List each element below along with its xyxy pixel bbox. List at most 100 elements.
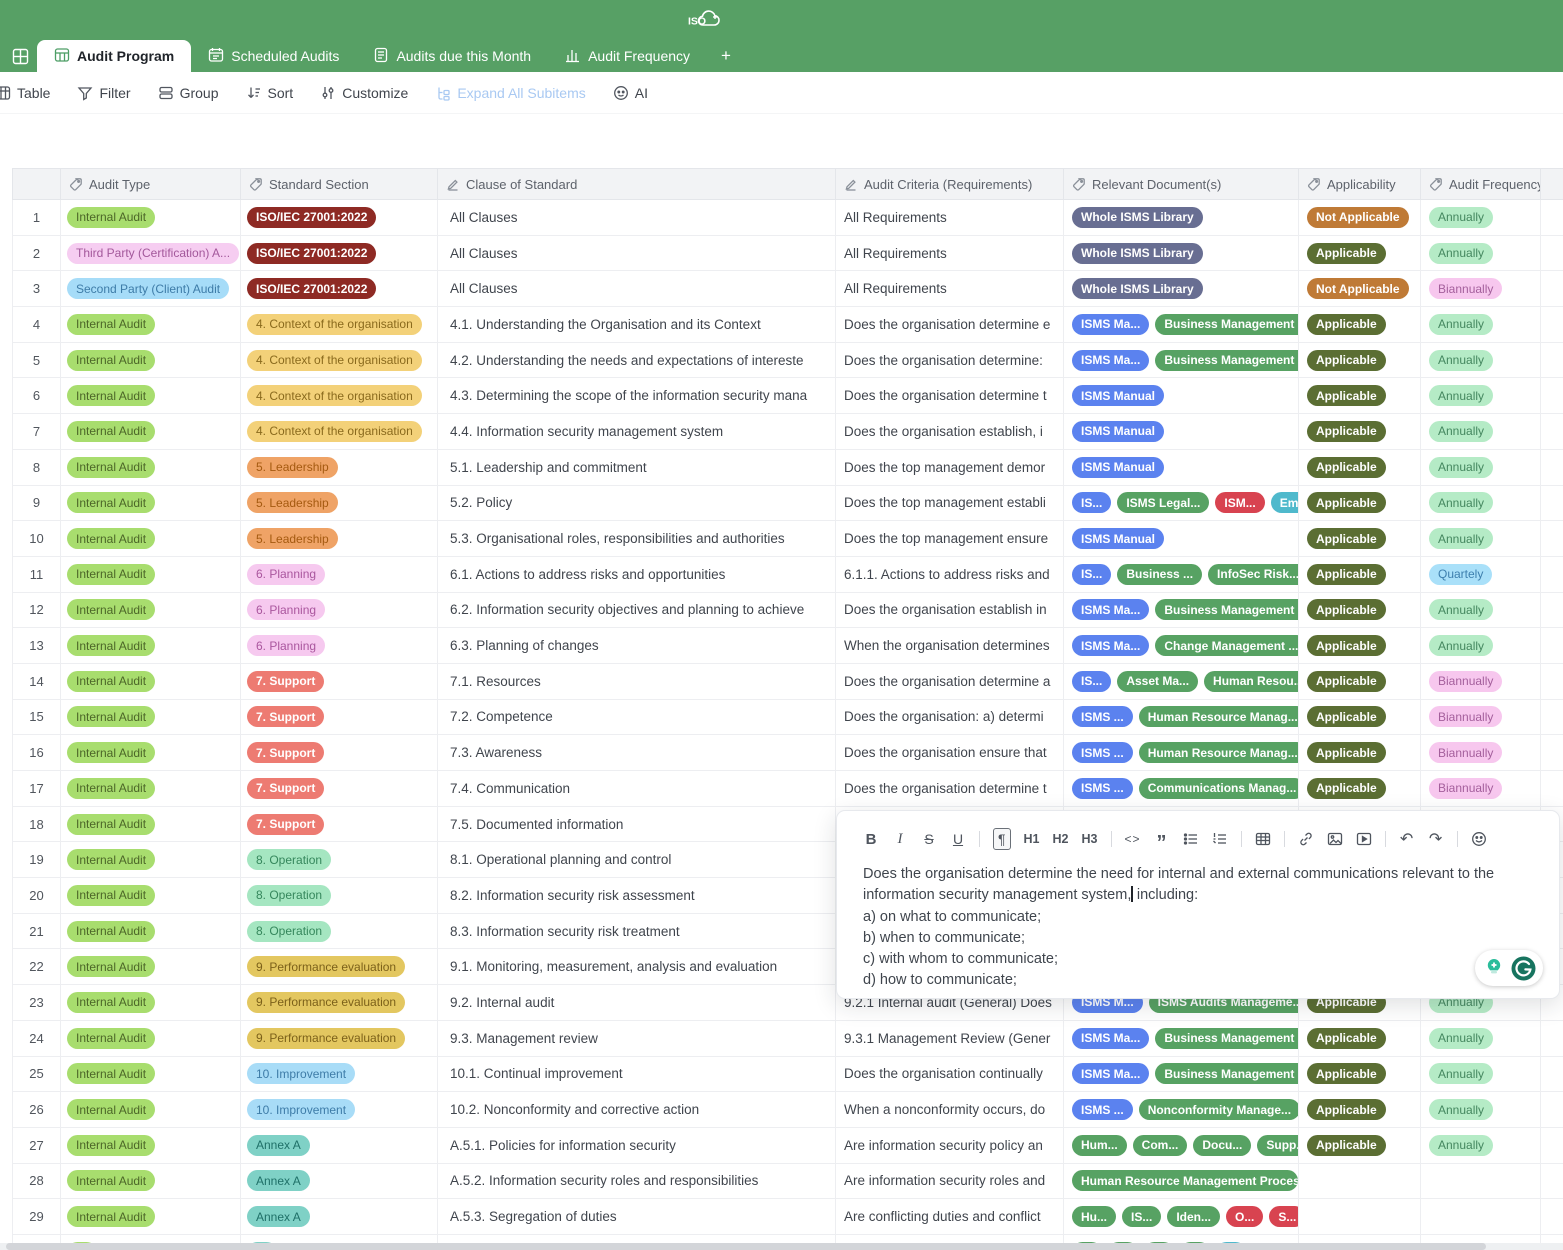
criteria-cell[interactable]: When a nonconformity occurs, do (836, 1092, 1064, 1128)
row-number-cell[interactable]: 1 (13, 200, 61, 236)
audit-type-cell[interactable]: Internal Audit (61, 1164, 241, 1200)
clause-cell[interactable]: 4.2. Understanding the needs and expecta… (438, 343, 836, 379)
add-column-area[interactable] (1541, 169, 1563, 199)
standard-section-cell[interactable]: ISO/IEC 27001:2022 (241, 200, 438, 236)
code-icon[interactable]: <> (1125, 828, 1141, 850)
italic-icon[interactable]: I (892, 828, 908, 850)
row-number-cell[interactable]: 4 (13, 307, 61, 343)
applicability-cell[interactable]: Applicable (1299, 450, 1421, 486)
document-pill[interactable]: O... (1226, 1206, 1263, 1227)
clause-cell[interactable]: A.5.3. Segregation of duties (438, 1199, 836, 1235)
toolbar-ai[interactable]: AI (613, 85, 648, 101)
clause-cell[interactable]: 7.2. Competence (438, 700, 836, 736)
applicability-cell[interactable]: Applicable (1299, 735, 1421, 771)
documents-cell[interactable]: ISMS Manual (1064, 450, 1299, 486)
applicability-cell[interactable]: Applicable (1299, 521, 1421, 557)
audit-type-pill[interactable]: Internal Audit (67, 1028, 155, 1049)
frequency-pill[interactable]: Annually (1429, 243, 1493, 264)
applicability-cell[interactable] (1299, 1199, 1421, 1235)
documents-cell[interactable]: ISMS ...Communications Manag... (1064, 771, 1299, 807)
criteria-cell[interactable]: Does the top management establi (836, 486, 1064, 522)
frequency-cell[interactable]: Annually (1421, 1128, 1541, 1164)
clause-cell[interactable]: 8.2. Information security risk assessmen… (438, 878, 836, 914)
row-number-cell[interactable]: 22 (13, 949, 61, 985)
frequency-cell[interactable]: Annually (1421, 200, 1541, 236)
row-number-cell[interactable]: 13 (13, 628, 61, 664)
editor-text-content[interactable]: Does the organisation determine the need… (863, 864, 1533, 992)
standard-section-cell[interactable]: 9. Performance evaluation (241, 1021, 438, 1057)
clause-cell[interactable]: A.5.1. Policies for information security (438, 1128, 836, 1164)
audit-type-cell[interactable]: Internal Audit (61, 1092, 241, 1128)
applicability-cell[interactable]: Applicable (1299, 343, 1421, 379)
applicability-pill[interactable]: Applicable (1307, 742, 1386, 763)
toolbar-filter[interactable]: Filter (77, 85, 130, 101)
criteria-cell[interactable]: 9.3.1 Management Review (Gener (836, 1021, 1064, 1057)
row-number-cell[interactable]: 3 (13, 271, 61, 307)
standard-section-cell[interactable]: 6. Planning (241, 628, 438, 664)
document-pill[interactable]: Em... (1271, 492, 1299, 513)
criteria-cell[interactable]: Does the top management demor (836, 450, 1064, 486)
frequency-cell[interactable]: Annually (1421, 593, 1541, 629)
audit-type-pill[interactable]: Internal Audit (67, 706, 155, 727)
standard-section-pill[interactable]: 7. Support (247, 742, 324, 763)
documents-cell[interactable]: ISMS Ma...Business Management ... (1064, 307, 1299, 343)
standard-section-cell[interactable]: 4. Context of the organisation (241, 378, 438, 414)
tab-scheduled-audits[interactable]: Scheduled Audits (191, 40, 356, 72)
document-pill[interactable]: Communications Manag... (1139, 778, 1299, 799)
grammarly-suggestion-icon[interactable] (1481, 955, 1507, 981)
applicability-cell[interactable]: Applicable (1299, 700, 1421, 736)
document-pill[interactable]: Human Resource Manag... (1139, 706, 1299, 727)
standard-section-cell[interactable]: 7. Support (241, 700, 438, 736)
horizontal-scrollbar[interactable] (0, 1243, 1563, 1250)
frequency-pill[interactable]: Biannually (1429, 278, 1502, 299)
audit-type-pill[interactable]: Internal Audit (67, 635, 155, 656)
standard-section-pill[interactable]: 8. Operation (247, 885, 331, 906)
row-number-cell[interactable]: 9 (13, 486, 61, 522)
clause-cell[interactable]: All Clauses (438, 271, 836, 307)
standard-section-cell[interactable]: 10. Improvement (241, 1092, 438, 1128)
applicability-cell[interactable]: Applicable (1299, 557, 1421, 593)
bullet-list-icon[interactable] (1183, 828, 1199, 850)
applicability-cell[interactable]: Applicable (1299, 593, 1421, 629)
documents-cell[interactable]: Hu...IS...Iden...O...S... (1064, 1199, 1299, 1235)
document-pill[interactable]: Iden... (1167, 1206, 1220, 1227)
standard-section-pill[interactable]: 5. Leadership (247, 457, 338, 478)
link-icon[interactable] (1298, 828, 1314, 850)
column-header-relevant-document-s-[interactable]: Relevant Document(s) (1064, 169, 1299, 199)
bold-icon[interactable]: B (863, 828, 879, 850)
standard-section-pill[interactable]: 6. Planning (247, 635, 325, 656)
criteria-cell[interactable]: All Requirements (836, 271, 1064, 307)
criteria-cell[interactable]: Does the organisation determine t (836, 771, 1064, 807)
criteria-cell[interactable]: All Requirements (836, 200, 1064, 236)
document-pill[interactable]: ISMS Ma... (1072, 1028, 1149, 1049)
clause-cell[interactable]: A.5.2. Information security roles and re… (438, 1164, 836, 1200)
row-number-cell[interactable]: 14 (13, 664, 61, 700)
tab-audits-due-this-month[interactable]: Audits due this Month (356, 40, 548, 72)
audit-type-pill[interactable]: Internal Audit (67, 921, 155, 942)
clause-cell[interactable]: 7.1. Resources (438, 664, 836, 700)
grid-view-switcher-icon[interactable] (12, 48, 29, 65)
row-number-cell[interactable]: 21 (13, 914, 61, 950)
standard-section-cell[interactable]: Annex A (241, 1128, 438, 1164)
document-pill[interactable]: ISMS ... (1072, 742, 1133, 763)
h2-icon[interactable]: H2 (1053, 828, 1069, 850)
clause-cell[interactable]: 7.5. Documented information (438, 807, 836, 843)
standard-section-pill[interactable]: 7. Support (247, 706, 324, 727)
document-pill[interactable]: ISMS ... (1072, 1099, 1133, 1120)
column-header-standard-section[interactable]: Standard Section (241, 169, 438, 199)
standard-section-cell[interactable]: 4. Context of the organisation (241, 414, 438, 450)
standard-section-pill[interactable]: 6. Planning (247, 564, 325, 585)
applicability-pill[interactable]: Applicable (1307, 385, 1386, 406)
standard-section-cell[interactable]: 5. Leadership (241, 521, 438, 557)
audit-type-pill[interactable]: Internal Audit (67, 1206, 155, 1227)
frequency-cell[interactable]: Annually (1421, 486, 1541, 522)
standard-section-pill[interactable]: 7. Support (247, 671, 324, 692)
audit-type-cell[interactable]: Internal Audit (61, 628, 241, 664)
emoji-icon[interactable] (1471, 828, 1487, 850)
row-number-header[interactable] (13, 169, 61, 199)
toolbar-group[interactable]: Group (158, 85, 219, 101)
document-pill[interactable]: ISMS Legal... (1117, 492, 1209, 513)
frequency-cell[interactable]: Biannually (1421, 771, 1541, 807)
frequency-pill[interactable]: Biannually (1429, 671, 1502, 692)
standard-section-cell[interactable]: 9. Performance evaluation (241, 949, 438, 985)
